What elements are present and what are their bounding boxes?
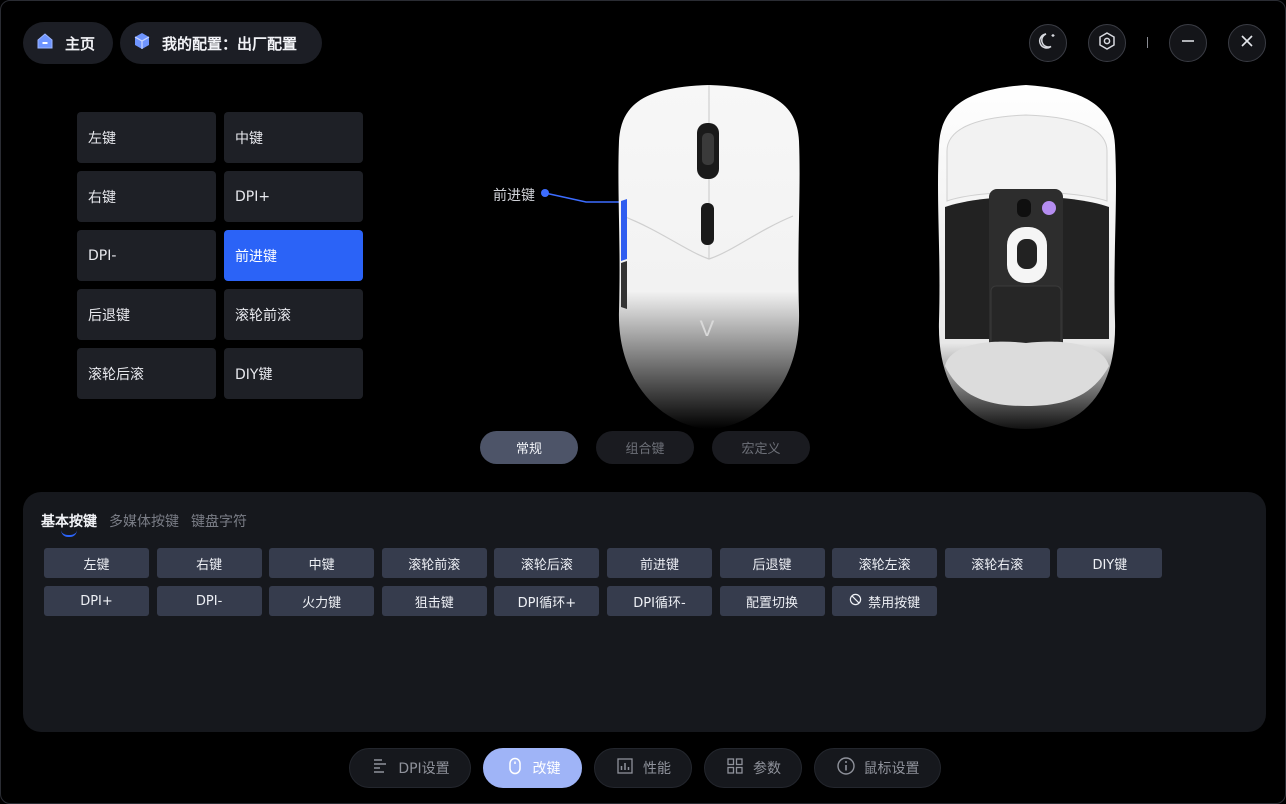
func-dpi-plus[interactable]: DPI+ [44, 586, 149, 616]
mouse-bottom-view [938, 85, 1116, 429]
dpi-settings-icon [370, 756, 390, 780]
nav-dpi-settings[interactable]: DPI设置 [349, 748, 471, 788]
function-subtabs: 基本按键 多媒体按键 键盘字符 [41, 511, 247, 537]
nav-mouse-settings-label: 鼠标设置 [863, 761, 920, 777]
key-middle[interactable]: 中键 [224, 112, 363, 163]
close-icon [1237, 31, 1257, 55]
key-left[interactable]: 左键 [77, 112, 216, 163]
nav-remap-label: 改键 [532, 761, 561, 777]
svg-text:V: V [700, 316, 715, 341]
nav-params-label: 参数 [753, 761, 781, 777]
func-dpi-cycle-minus[interactable]: DPI循环- [606, 586, 712, 616]
performance-chart-icon [615, 756, 635, 780]
func-dpi-minus[interactable]: DPI- [156, 586, 262, 616]
func-wheel-backward[interactable]: 滚轮后滚 [494, 548, 600, 578]
nav-remap[interactable]: 改键 [483, 748, 582, 788]
key-right[interactable]: 右键 [77, 171, 216, 222]
function-button-grid: 左键 右键 中键 滚轮前滚 滚轮后滚 前进键 后退键 滚轮左滚 滚轮右滚 DIY… [44, 548, 1164, 616]
mode-tab-combo[interactable]: 组合键 [596, 431, 694, 464]
home-label: 主页 [65, 34, 96, 53]
func-right-click[interactable]: 右键 [156, 548, 262, 578]
func-wheel-forward[interactable]: 滚轮前滚 [381, 548, 487, 578]
mode-tab-macro[interactable]: 宏定义 [712, 431, 810, 464]
home-button[interactable]: 主页 [23, 22, 113, 64]
func-sniper-key[interactable]: 狙击键 [381, 586, 487, 616]
nav-dpi-settings-label: DPI设置 [398, 761, 450, 777]
subtab-basic-keys[interactable]: 基本按键 [41, 511, 97, 537]
mode-tab-normal[interactable]: 常规 [480, 431, 578, 464]
func-profile-switch[interactable]: 配置切换 [719, 586, 825, 616]
params-grid-icon [725, 756, 745, 780]
func-middle-click[interactable]: 中键 [269, 548, 375, 578]
key-wheel-forward[interactable]: 滚轮前滚 [224, 289, 363, 340]
key-dpi-minus[interactable]: DPI- [77, 230, 216, 281]
func-wheel-right[interactable]: 滚轮右滚 [944, 548, 1050, 578]
nav-params[interactable]: 参数 [704, 748, 802, 788]
disable-key-label: 禁用按键 [868, 595, 921, 611]
settings-button[interactable] [1088, 24, 1126, 62]
key-back[interactable]: 后退键 [77, 289, 216, 340]
func-back[interactable]: 后退键 [719, 548, 825, 578]
func-disable-key[interactable]: 禁用按键 [832, 586, 938, 616]
func-diy[interactable]: DIY键 [1057, 548, 1163, 578]
mouse-icon [505, 756, 525, 780]
mouse-top-view: V [618, 85, 800, 429]
profile-selector[interactable]: 我的配置：出厂配置 [120, 22, 322, 64]
subtab-keyboard-chars[interactable]: 键盘字符 [191, 511, 247, 531]
nav-performance[interactable]: 性能 [594, 748, 692, 788]
nav-performance-label: 性能 [643, 761, 671, 777]
key-wheel-backward[interactable]: 滚轮后滚 [77, 348, 216, 399]
callout-line [541, 189, 623, 203]
nav-mouse-settings[interactable]: 鼠标设置 [814, 748, 941, 788]
theme-toggle-button[interactable] [1029, 24, 1067, 62]
header-divider [1147, 37, 1148, 48]
func-forward[interactable]: 前进键 [606, 548, 712, 578]
profile-cube-icon [132, 31, 152, 55]
disable-icon [849, 593, 862, 610]
moon-icon [1038, 31, 1058, 55]
app-window: 主页 我的配置：出厂配置 左键 中键 右键 DPI+ DPI- 前进键 后退键 [0, 0, 1286, 804]
func-fire-key[interactable]: 火力键 [269, 586, 375, 616]
func-dpi-cycle-plus[interactable]: DPI循环+ [494, 586, 600, 616]
func-left-click[interactable]: 左键 [44, 548, 149, 578]
info-icon [836, 756, 856, 780]
mouse-key-grid: 左键 中键 右键 DPI+ DPI- 前进键 后退键 滚轮前滚 滚轮后滚 DIY… [77, 112, 364, 399]
home-icon [35, 31, 55, 55]
key-diy[interactable]: DIY键 [224, 348, 363, 399]
profile-label: 我的配置：出厂配置 [162, 34, 298, 53]
key-dpi-plus[interactable]: DPI+ [224, 171, 363, 222]
mouse-illustration: V [541, 85, 1116, 429]
hexagon-settings-icon [1097, 31, 1117, 55]
subtab-multimedia-keys[interactable]: 多媒体按键 [109, 511, 179, 531]
minimize-icon [1178, 31, 1198, 55]
minimize-button[interactable] [1169, 24, 1207, 62]
close-button[interactable] [1228, 24, 1266, 62]
function-panel: 基本按键 多媒体按键 键盘字符 左键 右键 中键 滚轮前滚 滚轮后滚 前进键 后… [23, 492, 1266, 732]
key-forward[interactable]: 前进键 [224, 230, 363, 281]
func-wheel-left[interactable]: 滚轮左滚 [832, 548, 938, 578]
